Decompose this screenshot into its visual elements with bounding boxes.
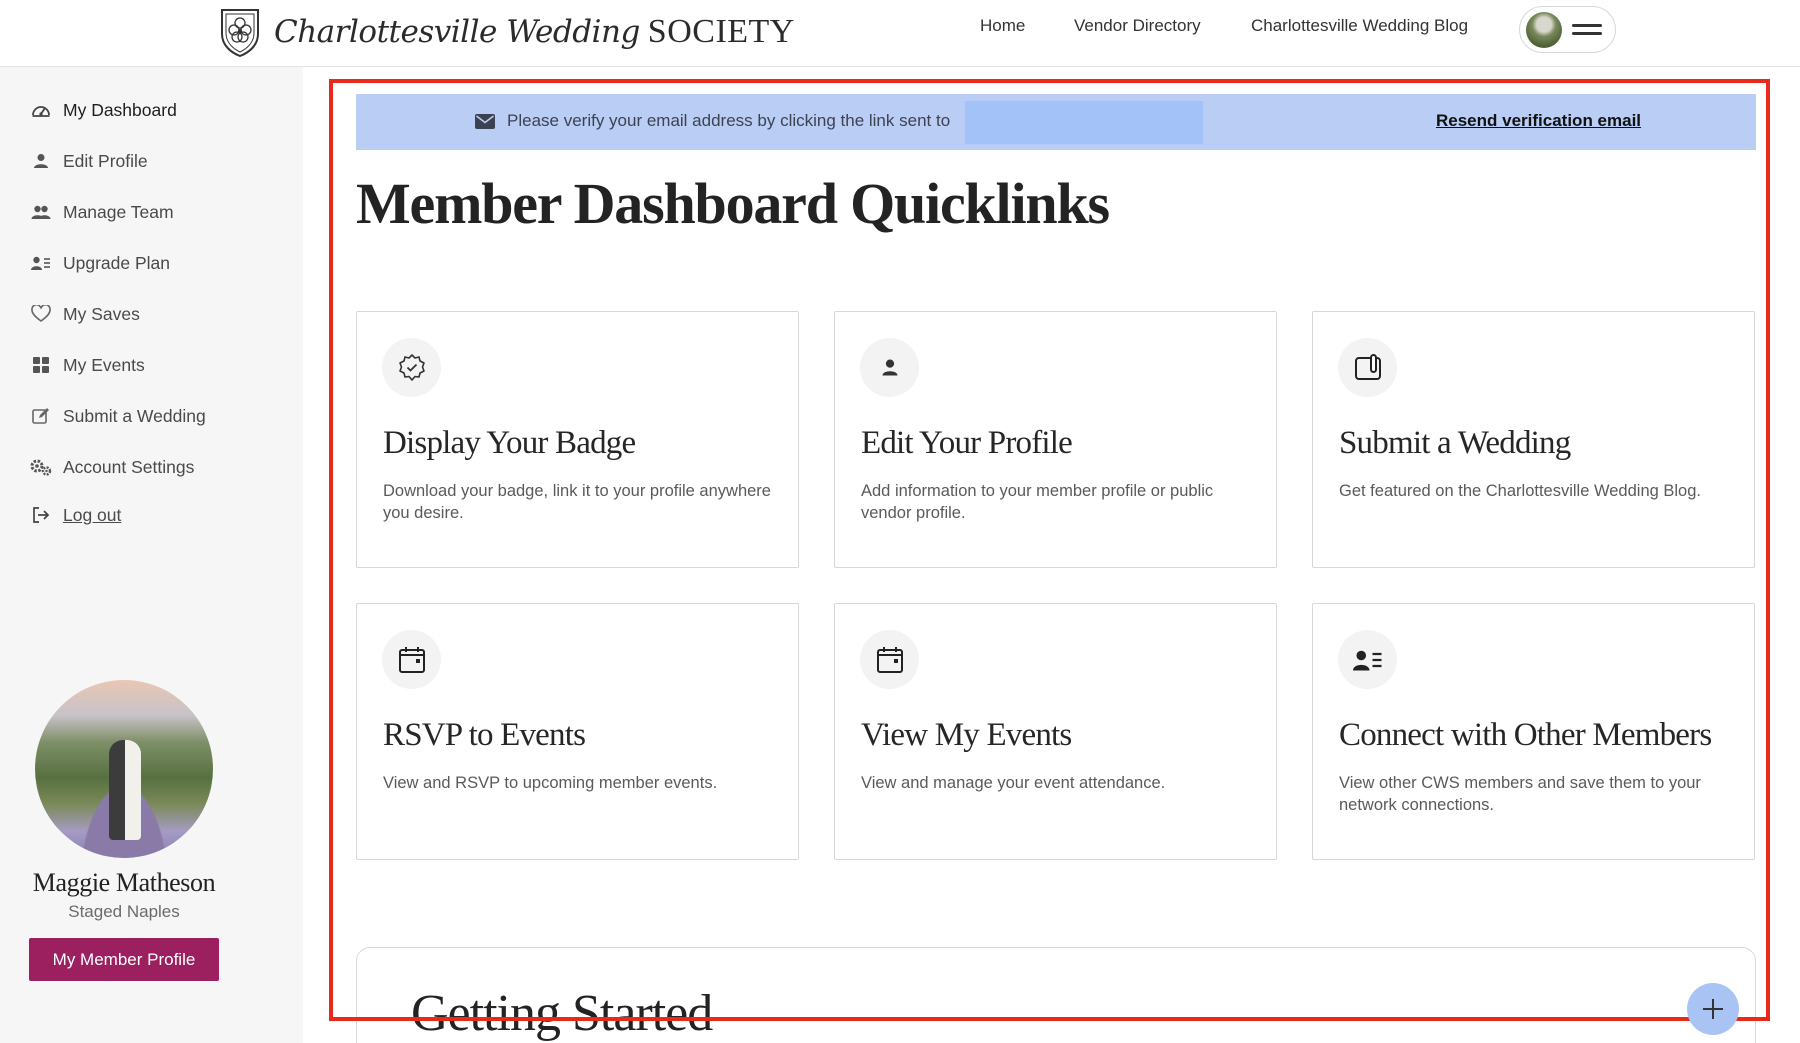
getting-started-panel: Getting Started bbox=[356, 947, 1756, 1043]
account-menu-button[interactable] bbox=[1519, 6, 1616, 53]
crest-icon bbox=[221, 9, 259, 58]
grid-icon bbox=[30, 354, 52, 376]
sidebar-item-label: Log out bbox=[63, 504, 122, 525]
verify-email-banner: Please verify your email address by clic… bbox=[356, 94, 1756, 150]
sidebar-item-label: Account Settings bbox=[63, 456, 195, 477]
card-rsvp-events[interactable]: RSVP to Events View and RSVP to upcoming… bbox=[356, 603, 799, 860]
card-description: Add information to your member profile o… bbox=[861, 482, 1214, 522]
user-list-icon bbox=[1338, 630, 1397, 689]
team-icon bbox=[30, 201, 52, 223]
card-edit-profile[interactable]: Edit Your Profile Add information to you… bbox=[834, 311, 1277, 568]
brand-script-text: Charlottesville Wedding bbox=[274, 14, 640, 50]
submit-device-icon bbox=[1338, 338, 1397, 397]
sidebar-item-label: Edit Profile bbox=[63, 150, 148, 171]
resend-verification-link[interactable]: Resend verification email bbox=[1436, 111, 1641, 131]
profile-name: Maggie Matheson bbox=[32, 868, 216, 897]
sidebar-item-edit-profile[interactable]: Edit Profile bbox=[30, 148, 148, 174]
page-title: Member Dashboard Quicklinks bbox=[356, 171, 1110, 236]
card-submit-wedding[interactable]: Submit a Wedding Get featured on the Cha… bbox=[1312, 311, 1755, 568]
profile-business-name: Staged Naples bbox=[68, 902, 180, 921]
heart-icon bbox=[30, 303, 52, 325]
expand-plus-button[interactable] bbox=[1687, 983, 1739, 1035]
plus-icon bbox=[1703, 999, 1723, 1019]
sidebar-item-manage-team[interactable]: Manage Team bbox=[30, 199, 174, 225]
getting-started-title: Getting Started bbox=[411, 985, 713, 1042]
card-display-badge[interactable]: Display Your Badge Download your badge, … bbox=[356, 311, 799, 568]
hamburger-menu-icon bbox=[1572, 19, 1602, 40]
sidebar-item-label: My Saves bbox=[63, 303, 140, 324]
nav-vendor-directory-link[interactable]: Vendor Directory bbox=[1074, 16, 1201, 36]
card-description: View other CWS members and save them to … bbox=[1339, 774, 1701, 814]
avatar bbox=[1526, 11, 1562, 48]
sidebar-item-label: My Events bbox=[63, 354, 145, 375]
card-description: View and RSVP to upcoming member events. bbox=[383, 774, 718, 792]
card-description: Download your badge, link it to your pro… bbox=[383, 482, 771, 522]
profile-photo bbox=[35, 680, 213, 858]
verify-email-text: Please verify your email address by clic… bbox=[507, 111, 951, 130]
sidebar-item-submit-wedding[interactable]: Submit a Wedding bbox=[30, 403, 206, 429]
user-list-icon bbox=[30, 252, 52, 274]
card-title: Edit Your Profile bbox=[861, 425, 1073, 461]
edit-icon bbox=[30, 405, 52, 427]
card-connect-members[interactable]: Connect with Other Members View other CW… bbox=[1312, 603, 1755, 860]
sidebar-item-label: Submit a Wedding bbox=[63, 405, 206, 426]
sidebar-item-my-saves[interactable]: My Saves bbox=[30, 301, 140, 327]
sidebar-item-label: Manage Team bbox=[63, 201, 174, 222]
calendar-icon bbox=[860, 630, 919, 689]
redacted-email bbox=[965, 101, 1203, 144]
sidebar-item-label: My Dashboard bbox=[63, 99, 177, 120]
card-title: Submit a Wedding bbox=[1339, 425, 1571, 461]
nav-home-link[interactable]: Home bbox=[980, 16, 1025, 36]
brand-society-text: SOCIETY bbox=[647, 13, 795, 50]
envelope-icon bbox=[475, 114, 495, 129]
nav-blog-link[interactable]: Charlottesville Wedding Blog bbox=[1251, 16, 1468, 36]
top-header: Charlottesville Wedding SOCIETY Home Ven… bbox=[0, 0, 1800, 67]
sidebar-item-label: Upgrade Plan bbox=[63, 252, 171, 273]
dashboard-icon bbox=[30, 99, 52, 121]
sidebar-item-account-settings[interactable]: Account Settings bbox=[30, 454, 194, 480]
sidebar-item-my-events[interactable]: My Events bbox=[30, 352, 145, 378]
my-member-profile-button[interactable]: My Member Profile bbox=[29, 938, 219, 981]
card-description: View and manage your event attendance. bbox=[861, 774, 1166, 792]
gears-icon bbox=[30, 456, 52, 478]
logout-icon bbox=[30, 504, 52, 526]
sidebar-item-upgrade-plan[interactable]: Upgrade Plan bbox=[30, 250, 170, 276]
sidebar-item-logout[interactable]: Log out bbox=[30, 502, 121, 528]
card-title: View My Events bbox=[861, 717, 1072, 753]
user-icon bbox=[30, 150, 52, 172]
calendar-icon bbox=[382, 630, 441, 689]
user-icon bbox=[860, 338, 919, 397]
card-title: RSVP to Events bbox=[383, 717, 586, 753]
card-title: Connect with Other Members bbox=[1339, 717, 1712, 753]
card-view-my-events[interactable]: View My Events View and manage your even… bbox=[834, 603, 1277, 860]
card-description: Get featured on the Charlottesville Wedd… bbox=[1339, 482, 1701, 500]
sidebar-item-my-dashboard[interactable]: My Dashboard bbox=[30, 97, 177, 123]
card-title: Display Your Badge bbox=[383, 425, 636, 461]
badge-check-icon bbox=[382, 338, 441, 397]
profile-photo-subject bbox=[109, 740, 141, 840]
brand-logo[interactable]: Charlottesville Wedding SOCIETY bbox=[218, 4, 795, 60]
